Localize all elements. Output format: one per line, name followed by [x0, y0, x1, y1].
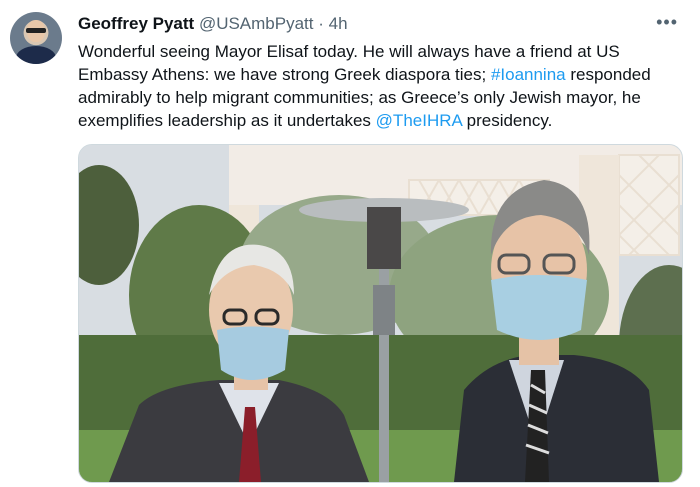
more-horizontal-icon[interactable]: •••	[656, 12, 678, 33]
hashtag-link[interactable]: #Ioannina	[491, 65, 566, 84]
author-handle[interactable]: @USAmbPyatt	[199, 14, 314, 33]
avatar-shoulders	[16, 46, 56, 64]
photo-illustration	[79, 145, 682, 482]
separator-dot: ·	[318, 14, 324, 33]
avatar-glasses	[26, 28, 46, 33]
tweet[interactable]: Geoffrey Pyatt @USAmbPyatt · 4h ••• Wond…	[0, 0, 700, 487]
avatar[interactable]	[10, 12, 62, 64]
tweet-photo[interactable]	[78, 144, 683, 483]
tweet-header: Geoffrey Pyatt @USAmbPyatt · 4h	[78, 13, 348, 35]
tweet-text-part3: presidency.	[461, 111, 553, 130]
tweet-text: Wonderful seeing Mayor Elisaf today. He …	[78, 40, 678, 132]
mention-link[interactable]: @TheIHRA	[376, 111, 462, 130]
tweet-time[interactable]: 4h	[329, 14, 348, 33]
author-name[interactable]: Geoffrey Pyatt	[78, 14, 194, 33]
